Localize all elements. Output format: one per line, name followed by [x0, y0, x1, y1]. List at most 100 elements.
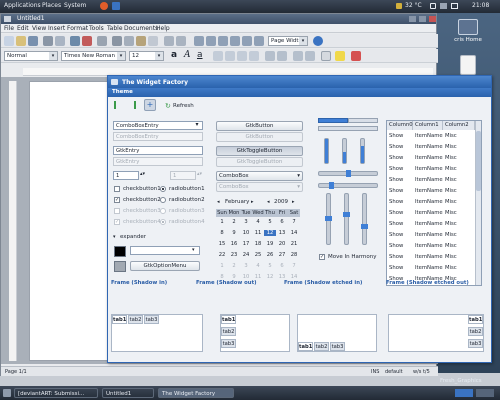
- menu-table[interactable]: Table: [107, 25, 123, 32]
- align-left-icon[interactable]: [213, 51, 223, 61]
- gtk-entry[interactable]: GtkEntry: [113, 146, 203, 155]
- menu-format[interactable]: Format: [67, 25, 88, 32]
- highlight-icon[interactable]: [335, 51, 345, 61]
- go-last-icon[interactable]: [128, 101, 136, 109]
- spellcheck-icon[interactable]: [97, 36, 107, 46]
- vertical-scale-1[interactable]: [325, 193, 332, 245]
- prev-month-icon[interactable]: ◂: [217, 199, 220, 205]
- calendar-day[interactable]: 19: [264, 241, 276, 247]
- move-in-harmony-checkbox[interactable]: ✓: [319, 254, 325, 260]
- calendar-day[interactable]: 8: [216, 230, 228, 236]
- style-select[interactable]: Normal ▾: [4, 51, 58, 61]
- temperature-readout[interactable]: 32 °C: [405, 2, 422, 9]
- calendar-day[interactable]: 6: [276, 263, 288, 269]
- calendar-day[interactable]: 3: [240, 219, 252, 225]
- calendar-day[interactable]: 16: [228, 241, 240, 247]
- calendar-day[interactable]: 2: [228, 263, 240, 269]
- tab1[interactable]: tab1: [112, 315, 127, 324]
- font-select[interactable]: Times New Roman ▾: [61, 51, 126, 61]
- tab1[interactable]: tab1: [298, 342, 313, 351]
- show-desktop-icon[interactable]: [3, 389, 11, 397]
- menu-tools[interactable]: Tools: [89, 25, 104, 32]
- calendar-day[interactable]: 26: [264, 252, 276, 258]
- mail-launcher-icon[interactable]: [112, 2, 120, 10]
- refresh-icon[interactable]: ↻: [165, 102, 171, 110]
- zoom-select[interactable]: Page Width ▾: [268, 36, 308, 46]
- tree-row[interactable]: Show ItemName Misc: [387, 219, 475, 230]
- taskbar-item[interactable]: The Widget Factory: [158, 388, 234, 398]
- battery-icon[interactable]: [451, 3, 458, 9]
- tree-row[interactable]: Show ItemName Misc: [387, 230, 475, 241]
- desktop-icon-trash[interactable]: [449, 55, 487, 77]
- scale-knob[interactable]: [343, 212, 350, 217]
- prev-year-icon[interactable]: ◂: [267, 199, 270, 205]
- tab3[interactable]: tab3: [144, 315, 159, 324]
- layout-four-icon[interactable]: [230, 36, 240, 46]
- tree-row[interactable]: Show ItemName Misc: [387, 175, 475, 186]
- spin-button[interactable]: 1: [113, 171, 139, 180]
- tree-row[interactable]: Show ItemName Misc: [387, 164, 475, 175]
- radiobutton-label[interactable]: radiobutton2: [169, 197, 205, 203]
- help-icon[interactable]: [313, 36, 323, 46]
- tab3[interactable]: tab3: [330, 342, 345, 351]
- desktop-icon-home[interactable]: cris Home: [449, 19, 487, 43]
- calendar-day[interactable]: 7: [288, 219, 300, 225]
- calendar-day[interactable]: 12: [264, 230, 276, 236]
- menu-view[interactable]: View: [32, 25, 46, 32]
- font-size-select[interactable]: 12 ▾: [129, 51, 164, 61]
- calendar-day[interactable]: 24: [240, 252, 252, 258]
- tab3[interactable]: tab3: [468, 339, 483, 348]
- clock[interactable]: 21:08: [472, 2, 489, 9]
- calendar-day[interactable]: 15: [216, 241, 228, 247]
- tab2[interactable]: tab2: [128, 315, 143, 324]
- layout-one-icon[interactable]: [194, 36, 204, 46]
- calendar-day[interactable]: 5: [264, 263, 276, 269]
- calendar-day[interactable]: 13: [276, 230, 288, 236]
- tab3[interactable]: tab3: [221, 339, 236, 348]
- checkbutton-box[interactable]: ✓: [114, 197, 120, 203]
- new-document-icon[interactable]: [4, 36, 14, 46]
- italic-button[interactable]: A: [184, 50, 191, 60]
- calendar-day[interactable]: 1: [216, 263, 228, 269]
- align-center-icon[interactable]: [225, 51, 235, 61]
- tab1[interactable]: tab1: [468, 315, 483, 324]
- weather-icon[interactable]: [396, 3, 402, 9]
- chevron-down-icon[interactable]: ▾: [193, 121, 201, 129]
- close-icon[interactable]: [429, 16, 436, 22]
- go-first-icon[interactable]: [114, 101, 122, 109]
- calendar-day[interactable]: 27: [276, 252, 288, 258]
- align-right-icon[interactable]: [237, 51, 247, 61]
- format-paintbrush-icon[interactable]: [148, 36, 158, 46]
- expander-combo[interactable]: [130, 246, 200, 255]
- calendar-day[interactable]: 5: [264, 219, 276, 225]
- expander-label[interactable]: expander: [120, 234, 146, 240]
- scale-knob[interactable]: [329, 182, 334, 189]
- paste-icon[interactable]: [136, 36, 146, 46]
- borders-icon[interactable]: [321, 51, 331, 61]
- gtk-button[interactable]: GtkButton: [216, 121, 303, 131]
- radiobutton-dot[interactable]: [160, 186, 166, 192]
- calendar-day[interactable]: 17: [240, 241, 252, 247]
- window-menu-icon[interactable]: [111, 79, 118, 85]
- scrollbar-thumb[interactable]: [476, 131, 481, 191]
- bullets-icon[interactable]: [277, 51, 287, 61]
- calendar-day[interactable]: 22: [216, 252, 228, 258]
- maximize-icon[interactable]: [419, 16, 426, 22]
- calendar-day[interactable]: 21: [288, 241, 300, 247]
- workspace-2-icon[interactable]: [476, 389, 494, 397]
- calendar-day[interactable]: 20: [276, 241, 288, 247]
- combobox[interactable]: ComboBox ▾: [216, 171, 303, 181]
- grid-icon[interactable]: [254, 36, 264, 46]
- widget-factory-titlebar[interactable]: The Widget Factory: [108, 76, 491, 88]
- checkbutton-box[interactable]: [114, 186, 120, 192]
- increase-indent-icon[interactable]: [305, 51, 315, 61]
- tree-column-header[interactable]: Column2: [443, 121, 475, 130]
- taskbar-item[interactable]: [deviantART: Submissi...: [14, 388, 98, 398]
- workspace-1-icon[interactable]: [455, 389, 473, 397]
- calendar-day[interactable]: 23: [228, 252, 240, 258]
- radiobutton-dot[interactable]: [160, 197, 166, 203]
- tree-row[interactable]: Show ItemName Misc: [387, 197, 475, 208]
- system-menu[interactable]: System: [64, 2, 86, 9]
- email-icon[interactable]: [70, 36, 80, 46]
- print-preview-icon[interactable]: [55, 36, 65, 46]
